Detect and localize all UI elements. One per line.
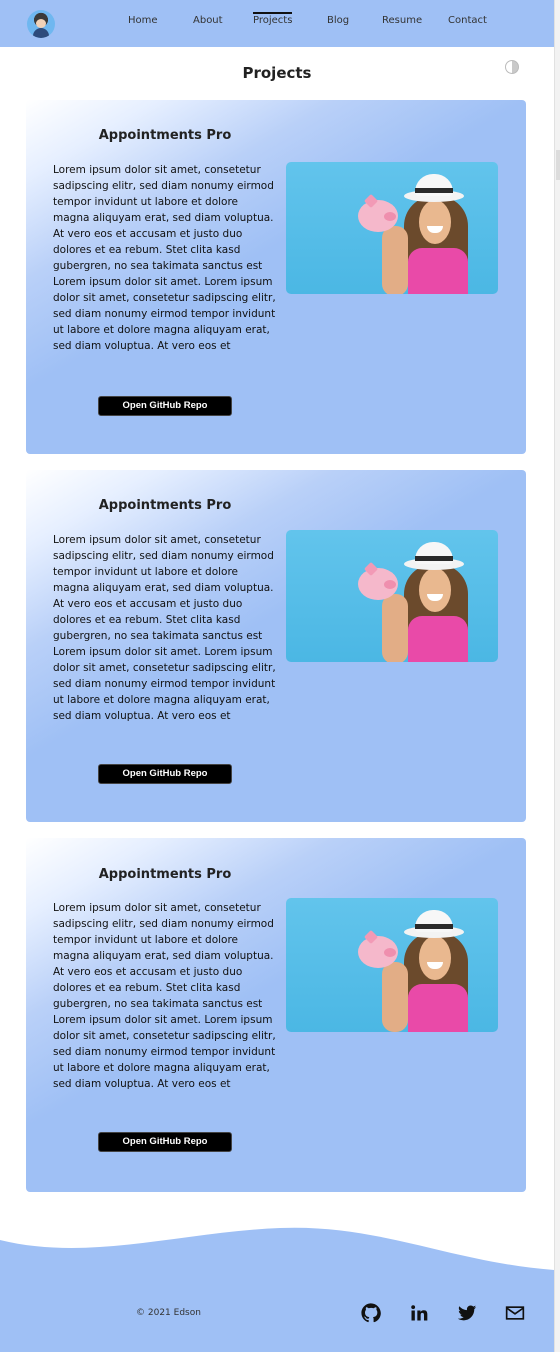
image-hat-band bbox=[415, 556, 453, 561]
mail-icon[interactable] bbox=[505, 1303, 525, 1323]
image-hat-band bbox=[415, 188, 453, 193]
github-icon[interactable] bbox=[361, 1303, 381, 1323]
site-header: Home About Projects Blog Resume Contact bbox=[0, 0, 554, 47]
image-arm bbox=[382, 962, 408, 1032]
project-image bbox=[286, 530, 498, 662]
project-description: Lorem ipsum dolor sit amet, consetetur s… bbox=[53, 164, 276, 352]
open-github-repo-button[interactable]: Open GitHub Repo bbox=[98, 764, 232, 784]
linkedin-icon[interactable] bbox=[409, 1303, 429, 1323]
image-arm bbox=[382, 594, 408, 662]
footer-wave bbox=[0, 1227, 554, 1352]
image-shirt bbox=[408, 616, 468, 662]
twitter-icon[interactable] bbox=[457, 1303, 477, 1323]
nav-home[interactable]: Home bbox=[128, 14, 158, 28]
piggy-snout bbox=[384, 580, 396, 589]
open-github-repo-button[interactable]: Open GitHub Repo bbox=[98, 396, 232, 416]
project-card: Appointments Pro Lorem ipsum dolor sit a… bbox=[26, 838, 526, 1192]
image-shirt bbox=[408, 248, 468, 294]
image-face bbox=[419, 200, 451, 244]
nav-about[interactable]: About bbox=[193, 14, 223, 28]
nav-contact[interactable]: Contact bbox=[448, 14, 487, 28]
project-image bbox=[286, 162, 498, 294]
nav-projects[interactable]: Projects bbox=[253, 12, 293, 26]
nav-resume[interactable]: Resume bbox=[382, 14, 422, 28]
image-face bbox=[419, 936, 451, 980]
project-title: Appointments Pro bbox=[98, 128, 232, 143]
project-image bbox=[286, 898, 498, 1032]
image-face bbox=[419, 568, 451, 612]
project-title: Appointments Pro bbox=[98, 498, 232, 513]
project-description: Lorem ipsum dolor sit amet, consetetur s… bbox=[53, 534, 276, 722]
project-description: Lorem ipsum dolor sit amet, consetetur s… bbox=[53, 902, 276, 1090]
image-shirt bbox=[408, 984, 468, 1032]
main-nav: Home About Projects Blog Resume Contact bbox=[0, 0, 554, 47]
copyright-text: © 2021 Edson bbox=[136, 1308, 201, 1318]
scrollbar[interactable] bbox=[554, 0, 560, 1352]
project-card: Appointments Pro Lorem ipsum dolor sit a… bbox=[26, 470, 526, 822]
project-title: Appointments Pro bbox=[98, 867, 232, 882]
theme-toggle-icon[interactable] bbox=[505, 60, 519, 74]
page-title: Projects bbox=[242, 64, 312, 82]
image-hat-band bbox=[415, 924, 453, 929]
footer-wave-shape bbox=[0, 1227, 554, 1352]
project-card: Appointments Pro Lorem ipsum dolor sit a… bbox=[26, 100, 526, 454]
piggy-snout bbox=[384, 948, 396, 957]
image-arm bbox=[382, 226, 408, 294]
nav-blog[interactable]: Blog bbox=[327, 14, 349, 28]
open-github-repo-button[interactable]: Open GitHub Repo bbox=[98, 1132, 232, 1152]
piggy-snout bbox=[384, 212, 396, 221]
